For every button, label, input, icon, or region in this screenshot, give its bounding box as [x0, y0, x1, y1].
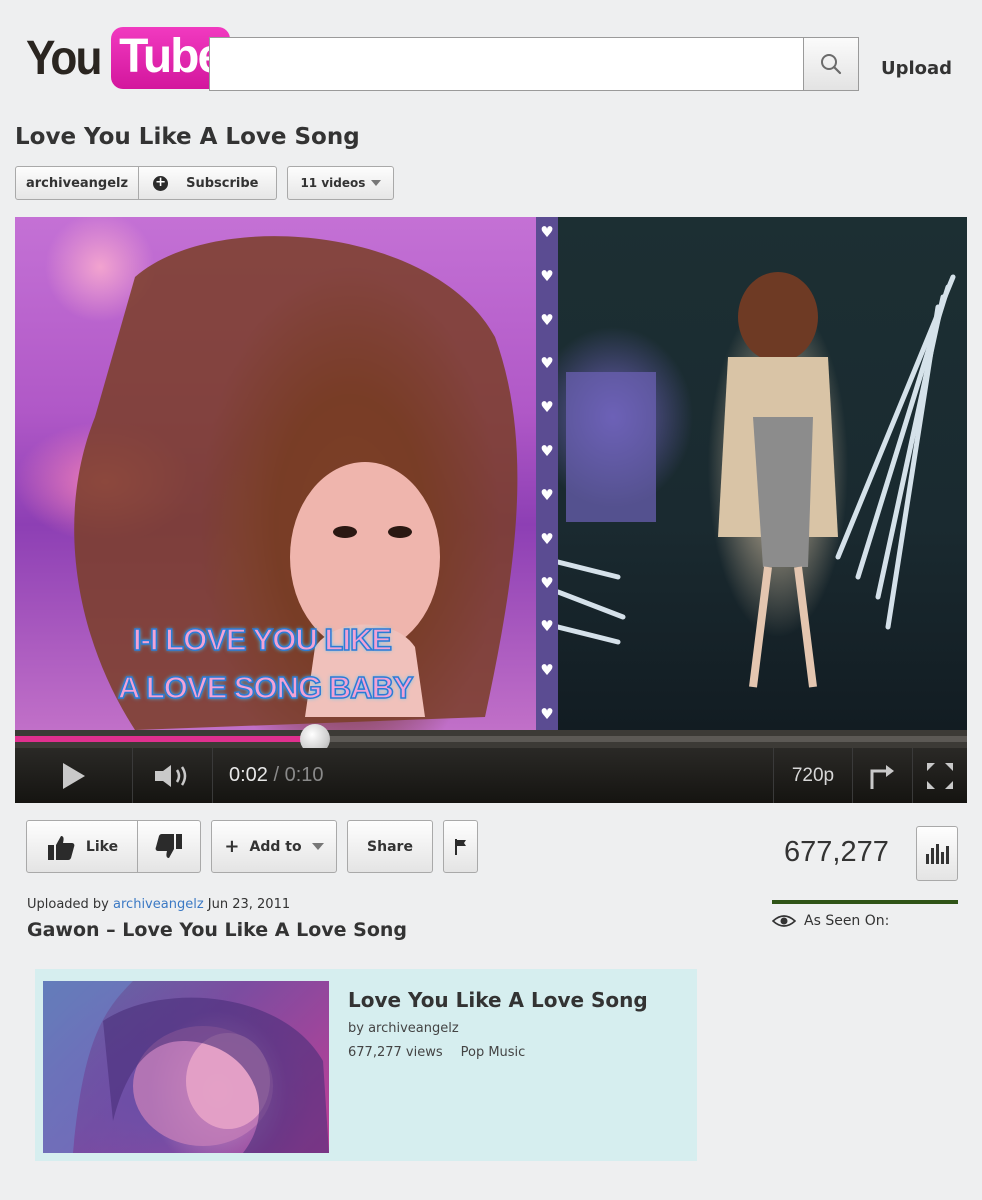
heart-icon: ♥ [540, 266, 554, 285]
stats-button[interactable] [916, 826, 958, 881]
fullscreen-button[interactable] [913, 748, 967, 803]
fullscreen-icon [927, 762, 953, 789]
heart-icon: ♥ [540, 398, 554, 417]
dislike-button[interactable] [138, 820, 201, 873]
heart-icon: ♥ [540, 442, 554, 461]
heart-icon: ♥ [540, 704, 554, 723]
uploader-link[interactable]: archiveangelz [113, 897, 204, 912]
player-controls: 0:02 / 0:10 720p [15, 748, 967, 803]
logo-you-text: You [26, 31, 102, 85]
volume-button[interactable] [133, 748, 213, 803]
upload-link[interactable]: Upload [881, 58, 952, 79]
chevron-down-icon [311, 843, 324, 850]
heart-icon: ♥ [540, 310, 554, 329]
videos-label: 11 videos [300, 176, 366, 190]
like-button[interactable]: Like [26, 820, 138, 873]
related-video-card[interactable]: Love You Like A Love Song by archiveange… [35, 969, 697, 1161]
related-category[interactable]: Pop Music [461, 1045, 526, 1060]
popout-button[interactable] [853, 748, 913, 803]
eye-icon [772, 915, 796, 927]
progress-remaining [315, 736, 967, 742]
related-title[interactable]: Love You Like A Love Song [348, 988, 648, 1012]
channel-row: archiveangelz + Subscribe 11 videos [15, 166, 395, 200]
related-thumbnail[interactable] [43, 981, 329, 1153]
view-count: 677,277 [784, 836, 889, 868]
heart-divider: ♥ ♥ ♥ ♥ ♥ ♥ ♥ ♥ ♥ ♥ ♥ ♥ [536, 217, 558, 730]
progress-played [15, 736, 315, 742]
related-meta: 677,277 views Pop Music [348, 1045, 525, 1060]
video-frame-left: I-I LOVE YOU LIKE A LOVE SONG BABY [15, 217, 536, 730]
add-to-button[interactable]: + Add to [211, 820, 337, 873]
play-button[interactable] [15, 748, 133, 803]
stats-bar-icon [930, 848, 934, 864]
heart-icon: ♥ [540, 573, 554, 592]
lyric-line-2: A LOVE SONG BABY [117, 669, 414, 706]
like-ratio-bar [772, 900, 958, 904]
thumbs-down-icon [155, 833, 182, 858]
play-icon [62, 762, 85, 789]
page-title: Love You Like A Love Song [15, 124, 360, 150]
related-channel[interactable]: by archiveangelz [348, 1021, 459, 1036]
stage-illustration [558, 272, 956, 688]
as-seen-on-label: As Seen On: [804, 913, 890, 929]
stats-bar-icon [940, 852, 944, 864]
search-input[interactable] [209, 37, 804, 91]
stats-bar-icon [945, 846, 949, 864]
stats-bar-icon [935, 844, 939, 864]
heart-icon: ♥ [540, 485, 554, 504]
action-bar: Like + Add to Share [26, 820, 478, 873]
volume-icon [154, 764, 186, 787]
flag-button[interactable] [443, 820, 478, 873]
heart-icon: ♥ [540, 529, 554, 548]
thumbs-up-icon [47, 835, 75, 860]
search-icon [821, 54, 842, 75]
upload-date: Jun 23, 2011 [207, 897, 291, 912]
heart-icon: ♥ [540, 223, 554, 241]
progress-bar[interactable] [15, 724, 967, 754]
youtube-logo[interactable]: You Tube [26, 26, 231, 90]
heart-icon: ♥ [540, 617, 554, 636]
add-to-label: Add to [249, 838, 302, 855]
subscribe-button[interactable]: + Subscribe [139, 166, 278, 200]
search-button[interactable] [803, 37, 859, 91]
as-seen-on[interactable]: As Seen On: [772, 913, 889, 929]
popout-icon [870, 764, 894, 789]
share-button[interactable]: Share [347, 820, 433, 873]
related-views: 677,277 views [348, 1045, 443, 1060]
heart-icon: ♥ [540, 661, 554, 680]
subscribe-label: Subscribe [186, 175, 259, 191]
time-display: 0:02 / 0:10 [229, 764, 324, 786]
chevron-down-icon [371, 180, 382, 186]
channel-button[interactable]: archiveangelz [15, 166, 140, 200]
quality-button[interactable]: 720p [773, 748, 853, 803]
heart-icon: ♥ [540, 354, 554, 373]
duration: 0:10 [284, 764, 324, 786]
plus-icon: + [153, 175, 169, 191]
lyric-line-1: I-I LOVE YOU LIKE [132, 621, 393, 658]
stats-bar-icon [925, 854, 929, 864]
like-label: Like [85, 838, 119, 855]
plus-icon: + [224, 836, 240, 857]
uploaded-prefix: Uploaded by [27, 897, 109, 912]
quality-label: 720p [791, 764, 835, 786]
like-dislike-group: Like [26, 820, 201, 873]
video-player[interactable]: I-I LOVE YOU LIKE A LOVE SONG BABY ♥ ♥ ♥… [15, 217, 967, 803]
flag-icon [454, 838, 466, 855]
description-title: Gawon – Love You Like A Love Song [27, 919, 408, 941]
upload-info: Uploaded by archiveangelz Jun 23, 2011 [27, 897, 290, 912]
current-time: 0:02 [229, 764, 268, 786]
video-frame-right [558, 217, 967, 730]
videos-dropdown[interactable]: 11 videos [287, 166, 395, 200]
related-portrait-illustration [43, 981, 329, 1153]
